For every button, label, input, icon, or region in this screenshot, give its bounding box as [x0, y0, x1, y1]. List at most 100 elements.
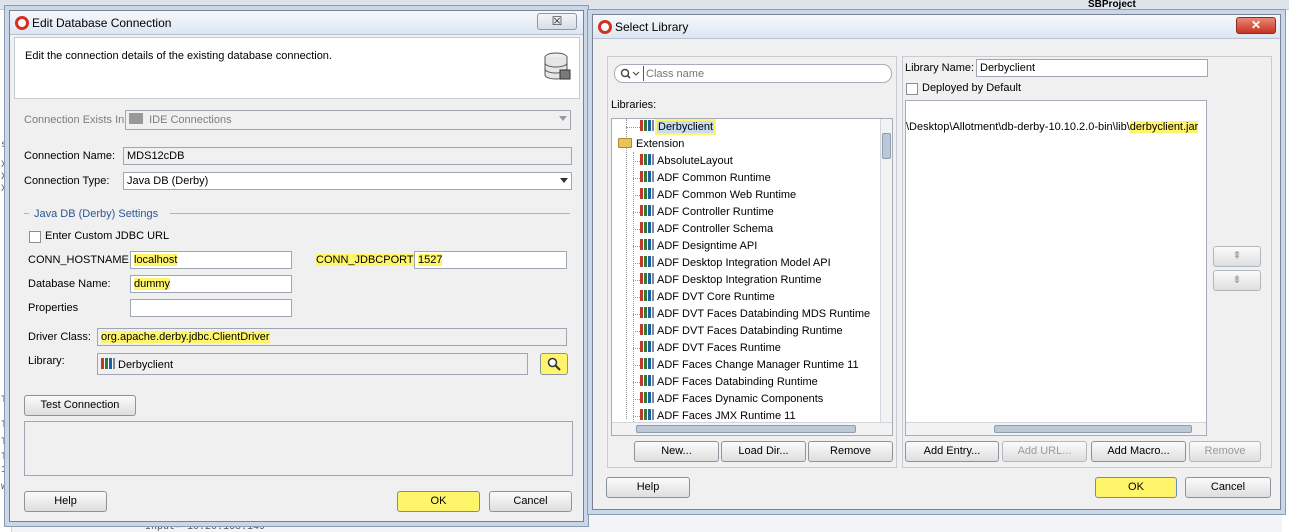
- tree-item-label: AbsoluteLayout: [657, 155, 733, 167]
- tree-item-library[interactable]: AbsoluteLayout: [640, 153, 733, 170]
- close-button[interactable]: ✕: [1236, 17, 1276, 34]
- tree-item-derbyclient[interactable]: Derbyclient: [640, 119, 715, 136]
- tree-item-label: ADF Faces JMX Runtime 11: [657, 410, 796, 422]
- ok-button[interactable]: OK: [397, 491, 480, 512]
- help-button[interactable]: Help: [24, 491, 107, 512]
- load-dir-button[interactable]: Load Dir...: [721, 441, 806, 462]
- database-name-field[interactable]: dummy: [130, 275, 292, 293]
- database-name-value: dummy: [134, 278, 171, 290]
- tree-item-label: ADF Faces Change Manager Runtime 11: [657, 359, 859, 371]
- hostname-value: localhost: [134, 254, 178, 266]
- library-label: Library:: [28, 355, 65, 367]
- library-field[interactable]: Derbyclient: [97, 353, 528, 375]
- tree-item-library[interactable]: ADF Controller Runtime: [640, 204, 774, 221]
- tree-item-label: ADF Faces Dynamic Components: [657, 393, 824, 405]
- browse-library-button[interactable]: [540, 353, 568, 375]
- dialog-title: Select Library: [615, 20, 689, 34]
- classpath-path: \Desktop\Allotment\db-derby-10.10.2.0-bi…: [906, 121, 1130, 133]
- cancel-button[interactable]: Cancel: [489, 491, 572, 512]
- tree-item-library[interactable]: ADF DVT Faces Databinding MDS Runtime: [640, 306, 870, 323]
- test-connection-button[interactable]: Test Connection: [24, 395, 136, 416]
- close-button[interactable]: ☒: [537, 13, 577, 30]
- library-icon: [640, 154, 654, 165]
- libraries-label: Libraries:: [611, 99, 657, 111]
- add-url-button[interactable]: Add URL...: [1002, 441, 1087, 462]
- tree-connector: [633, 280, 640, 281]
- add-macro-button[interactable]: Add Macro...: [1091, 441, 1186, 462]
- tree-item-library[interactable]: ADF Common Web Runtime: [640, 187, 796, 204]
- tree-item-library[interactable]: ADF Common Runtime: [640, 170, 771, 187]
- tree-folder-label: Extension: [636, 138, 685, 150]
- tree-item-label: ADF DVT Faces Runtime: [657, 342, 781, 354]
- tree-item-label: ADF DVT Faces Databinding Runtime: [657, 325, 843, 337]
- jdbcport-field[interactable]: 1527: [414, 251, 567, 269]
- tree-vertical-scrollbar[interactable]: [880, 119, 892, 422]
- classpath-list[interactable]: \Desktop\Allotment\db-derby-10.10.2.0-bi…: [905, 100, 1207, 436]
- scroll-thumb[interactable]: [994, 425, 1192, 433]
- cancel-button[interactable]: Cancel: [1185, 477, 1271, 498]
- edge-letter: X: [1, 172, 8, 183]
- tree-item-library[interactable]: ADF Faces Change Manager Runtime 11: [640, 357, 859, 374]
- tree-item-library[interactable]: ADF Designtime API: [640, 238, 757, 255]
- tree-horizontal-scrollbar[interactable]: [612, 422, 892, 435]
- ide-connections-icon: [129, 113, 143, 124]
- edge-letter: s: [1, 140, 8, 151]
- tree-item-label: ADF DVT Faces Databinding MDS Runtime: [657, 308, 871, 320]
- add-entry-button[interactable]: Add Entry...: [905, 441, 999, 462]
- deployed-by-default-label: Deployed by Default: [922, 82, 1022, 94]
- driver-class-field[interactable]: org.apache.derby.jdbc.ClientDriver: [97, 328, 567, 346]
- connection-exists-in-select[interactable]: IDE Connections: [125, 110, 571, 130]
- tree-connector: [633, 195, 640, 196]
- library-name-field[interactable]: Derbyclient: [976, 59, 1208, 77]
- tree-connector: [633, 314, 640, 315]
- jdbcport-label: CONN_JDBCPORT: [316, 254, 424, 266]
- section-title: Java DB (Derby) Settings: [34, 208, 159, 220]
- classpath-entry[interactable]: \Desktop\Allotment\db-derby-10.10.2.0-bi…: [906, 121, 1199, 133]
- tree-item-label: ADF Common Web Runtime: [657, 189, 797, 201]
- move-up-button[interactable]: ⇞: [1213, 246, 1261, 267]
- classpath-jar: derbyclient.jar: [1129, 121, 1199, 133]
- tree-item-library[interactable]: ADF DVT Faces Runtime: [640, 340, 781, 357]
- deployed-by-default-checkbox[interactable]: [906, 83, 918, 95]
- tree-item-library[interactable]: ADF DVT Core Runtime: [640, 289, 775, 306]
- tree-item-label: ADF Controller Schema: [657, 223, 774, 235]
- libraries-tree[interactable]: Derbyclient Extension AbsoluteLayout ADF …: [611, 118, 893, 436]
- library-icon: [640, 290, 654, 301]
- search-icon: [620, 68, 640, 79]
- remove-entry-button[interactable]: Remove: [1189, 441, 1261, 462]
- connection-type-select[interactable]: Java DB (Derby): [123, 172, 572, 190]
- tree-guide: [626, 119, 627, 419]
- classpath-horizontal-scrollbar[interactable]: [906, 422, 1206, 435]
- tree-item-library[interactable]: ADF Faces Dynamic Components: [640, 391, 823, 408]
- move-down-button[interactable]: ⇟: [1213, 270, 1261, 291]
- remove-library-button[interactable]: Remove: [808, 441, 893, 462]
- tree-item-library[interactable]: ADF Desktop Integration Model API: [640, 255, 831, 272]
- jdbcport-value: 1527: [418, 254, 443, 266]
- tree-item-label: ADF Desktop Integration Model API: [657, 257, 831, 269]
- properties-field[interactable]: [130, 299, 292, 317]
- class-name-input[interactable]: [643, 66, 883, 81]
- tree-connector: [633, 365, 640, 366]
- new-library-button[interactable]: New...: [634, 441, 719, 462]
- tree-item-label: ADF Controller Runtime: [657, 206, 774, 218]
- help-button[interactable]: Help: [606, 477, 690, 498]
- tree-item-library[interactable]: ADF Faces Databinding Runtime: [640, 374, 818, 391]
- title-bar[interactable]: Select Library ✕: [593, 15, 1280, 39]
- ok-button[interactable]: OK: [1095, 477, 1177, 498]
- tree-folder-extension[interactable]: Extension: [618, 136, 684, 153]
- tree-item-library[interactable]: ADF DVT Faces Databinding Runtime: [640, 323, 843, 340]
- tree-item-library[interactable]: ADF Desktop Integration Runtime: [640, 272, 821, 289]
- edit-database-connection-dialog: Edit Database Connection ☒ Edit the conn…: [9, 10, 584, 522]
- edge-letter: X: [1, 184, 8, 195]
- class-name-search[interactable]: [614, 64, 892, 83]
- connection-name-field[interactable]: MDS12cDB: [123, 147, 572, 165]
- edge-letter: 1: [1, 465, 8, 476]
- custom-jdbc-checkbox[interactable]: [29, 231, 41, 243]
- scroll-thumb[interactable]: [636, 425, 856, 433]
- tree-item-library[interactable]: ADF Controller Schema: [640, 221, 773, 238]
- tree-item-label: ADF DVT Core Runtime: [657, 291, 775, 303]
- hostname-field[interactable]: localhost: [130, 251, 292, 269]
- edge-letter: T: [1, 395, 8, 406]
- scroll-thumb[interactable]: [882, 133, 891, 159]
- title-bar[interactable]: Edit Database Connection ☒: [10, 11, 583, 35]
